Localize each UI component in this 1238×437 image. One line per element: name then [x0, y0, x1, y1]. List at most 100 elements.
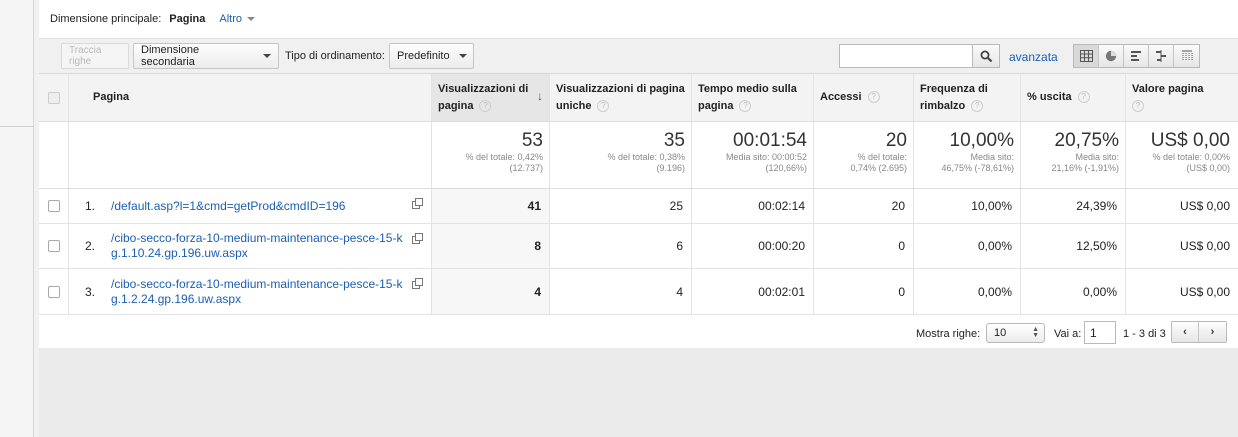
header-page-value[interactable]: Valore pagina? [1126, 74, 1238, 121]
page-link[interactable]: /cibo-secco-forza-10-medium-maintenance-… [111, 277, 411, 307]
report-panel: Dimensione principale: Pagina Altro Trac… [39, 0, 1238, 437]
goto-page-input[interactable]: 1 [1084, 321, 1116, 344]
external-link-icon[interactable] [412, 198, 423, 209]
row-checkbox-cell [39, 189, 69, 223]
row-checkbox-cell [39, 269, 69, 314]
total-unique-pageviews: 35 % del totale: 0,38% (9.196) [550, 122, 692, 188]
row-checkbox-cell [39, 224, 69, 268]
search-input[interactable] [839, 44, 973, 68]
cell-avg-time: 00:00:20 [692, 224, 814, 268]
advanced-filter-link[interactable]: avanzata [1009, 50, 1058, 64]
help-icon[interactable]: ? [739, 100, 752, 113]
pie-view-button[interactable] [1099, 45, 1124, 67]
total-sub: % del totale: 0,42% [465, 152, 543, 162]
total-value: US$ 0,00 [1150, 130, 1230, 151]
cell-exit-rate: 24,39% [1021, 189, 1126, 223]
cell-entrances: 0 [814, 269, 914, 314]
row-checkbox[interactable] [47, 285, 60, 298]
cell-avg-time: 00:02:14 [692, 189, 814, 223]
help-icon[interactable]: ? [479, 100, 492, 113]
help-icon[interactable]: ? [597, 100, 610, 113]
next-page-button[interactable]: › [1199, 322, 1226, 342]
total-bounce-rate: 10,00% Media sito: 46,75% (-78,61%) [914, 122, 1021, 188]
performance-view-button[interactable] [1124, 45, 1149, 67]
search-button[interactable] [973, 44, 1000, 68]
primary-dimension-other[interactable]: Altro [219, 13, 255, 25]
rows-per-page-select[interactable]: 10 ▲ ▼ [986, 323, 1045, 343]
table-header-row: Pagina Visualizzazioni di pagina? ↓ Visu… [39, 74, 1238, 122]
page-link[interactable]: /default.asp?l=1&cmd=getProd&cmdID=196 [111, 199, 411, 214]
total-value: 20,75% [1054, 130, 1119, 151]
header-pageviews[interactable]: Visualizzazioni di pagina? ↓ [432, 74, 550, 121]
table-view-button[interactable] [1074, 45, 1099, 67]
cell-exit-rate: 12,50% [1021, 224, 1126, 268]
header-entrances-label: Accessi [820, 91, 862, 103]
pivot-view-button[interactable] [1174, 45, 1199, 67]
primary-dimension-label: Dimensione principale: [50, 13, 162, 25]
secondary-dimension-dropdown[interactable]: Dimensione secondaria [133, 43, 279, 69]
chevron-down-icon [246, 17, 255, 21]
header-page-label: Pagina [93, 91, 130, 103]
row-page-cell: 2. /cibo-secco-forza-10-medium-maintenan… [69, 224, 432, 268]
external-link-icon[interactable] [412, 233, 423, 244]
view-switcher [1073, 44, 1200, 68]
header-entrances[interactable]: Accessi? [814, 74, 914, 121]
cell-avg-time: 00:02:01 [692, 269, 814, 314]
help-icon[interactable]: ? [971, 100, 984, 113]
pager-buttons: ‹ › [1171, 321, 1227, 343]
cell-unique-pageviews: 4 [550, 269, 692, 314]
cell-pageviews: 8 [432, 224, 550, 268]
header-avg-time[interactable]: Tempo medio sulla pagina? [692, 74, 814, 121]
rows-per-page-label: Mostra righe: [916, 328, 981, 340]
totals-page-cell [69, 122, 432, 188]
row-page-cell: 1. /default.asp?l=1&cmd=getProd&cmdID=19… [69, 189, 432, 223]
total-sub: (12.737) [509, 163, 543, 173]
row-page-cell: 3. /cibo-secco-forza-10-medium-maintenan… [69, 269, 432, 314]
cell-entrances: 20 [814, 189, 914, 223]
total-entrances: 20 % del totale: 0,74% (2.695) [814, 122, 914, 188]
header-bounce-rate[interactable]: Frequenza di rimbalzo? [914, 74, 1021, 121]
goto-label: Vai a: [1054, 328, 1082, 340]
comparison-view-button[interactable] [1149, 45, 1174, 67]
total-value: 35 [663, 130, 685, 151]
table-toolbar: Traccia righe Dimensione secondaria Tipo… [39, 38, 1238, 74]
header-exit-rate[interactable]: % uscita? [1021, 74, 1126, 121]
data-table: Pagina Visualizzazioni di pagina? ↓ Visu… [39, 74, 1238, 316]
total-value: 10,00% [949, 130, 1014, 151]
total-sub: (9.196) [656, 163, 685, 173]
header-page[interactable]: Pagina [69, 74, 432, 121]
external-link-icon[interactable] [412, 278, 423, 289]
primary-dimension-bar: Dimensione principale: Pagina Altro [39, 0, 1238, 38]
other-dimension-label[interactable]: Altro [219, 13, 242, 25]
total-value: 00:01:54 [733, 130, 807, 151]
help-icon[interactable]: ? [867, 91, 880, 104]
row-index: 1. [85, 199, 96, 213]
cell-exit-rate: 0,00% [1021, 269, 1126, 314]
help-icon[interactable]: ? [1077, 91, 1090, 104]
cell-pageviews: 4 [432, 269, 550, 314]
total-sub: (US$ 0,00) [1186, 163, 1230, 173]
page-range: 1 - 3 di 3 [1123, 328, 1166, 340]
select-all-checkbox[interactable] [47, 91, 60, 104]
prev-page-button[interactable]: ‹ [1172, 322, 1199, 342]
performance-view-icon [1131, 51, 1141, 61]
totals-check-cell [39, 122, 69, 188]
row-checkbox[interactable] [47, 200, 60, 212]
total-sub: 0,74% (2.695) [850, 163, 907, 173]
pivot-view-icon [1181, 50, 1192, 61]
pie-view-icon [1105, 50, 1117, 62]
row-index: 3. [85, 284, 96, 299]
header-page-value-label: Valore pagina [1132, 83, 1204, 95]
help-icon[interactable]: ? [1132, 100, 1144, 113]
sort-type-dropdown[interactable]: Predefinito [389, 43, 474, 69]
select-all-cell [39, 74, 69, 121]
page-link[interactable]: /cibo-secco-forza-10-medium-maintenance-… [111, 231, 411, 261]
header-unique-pageviews[interactable]: Visualizzazioni di pagina uniche? [550, 74, 692, 121]
plot-rows-button[interactable]: Traccia righe [61, 43, 129, 69]
primary-dimension-active[interactable]: Pagina [169, 13, 205, 25]
cell-entrances: 0 [814, 224, 914, 268]
chevron-down-icon [458, 54, 467, 58]
total-exit-rate: 20,75% Media sito: 21,16% (-1,91%) [1021, 122, 1126, 188]
row-checkbox[interactable] [47, 240, 60, 252]
chevron-right-icon: › [1210, 326, 1215, 338]
